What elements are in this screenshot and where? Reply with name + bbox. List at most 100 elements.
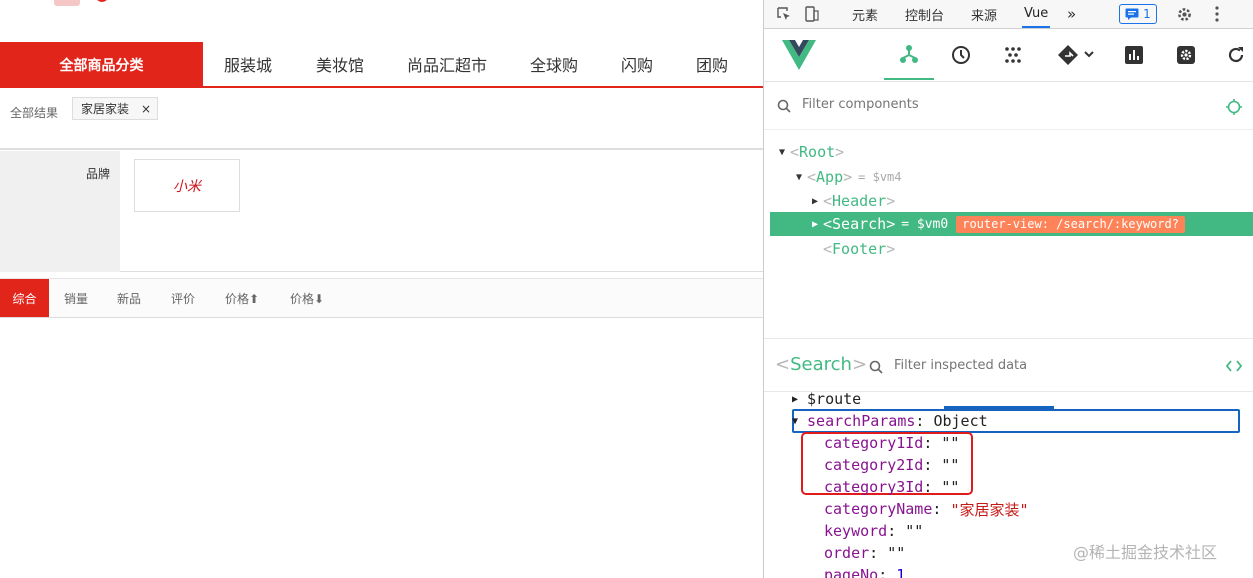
tree-node-tag: App [816,168,844,186]
data-key: searchParams [807,412,916,430]
tree-node-tag: Root [799,143,836,161]
vuex-tool-icon[interactable] [988,30,1038,80]
site-logo-fragment [54,0,80,6]
history-tool-icon[interactable] [936,30,986,80]
router-view-badge: router-view: /search/:keyword? [956,215,1185,233]
tree-node-footer[interactable]: < Footer > [764,237,1253,261]
brand-key: 品牌 [0,151,120,272]
filter-inspected-data-input[interactable] [892,357,1192,374]
router-tool-icon[interactable] [1048,30,1104,80]
code-icon[interactable] [1224,358,1244,374]
nav-item-group-buy[interactable]: 团购 [696,42,728,86]
web-page: 全部商品分类 服装城 美妆馆 尚品汇超市 全球购 闪购 团购 全部结果 家居家装… [0,0,763,578]
refresh-icon[interactable] [1213,30,1253,80]
messages-badge[interactable]: 1 [1119,4,1157,24]
tree-node-header[interactable]: ▶ < Header > [764,189,1253,213]
site-logo-fragment-ring [96,0,108,2]
more-tabs-icon[interactable]: » [1067,0,1076,28]
data-value: "" [941,478,960,496]
data-key: category1Id [824,434,924,452]
data-row-searchparams[interactable]: ▼ searchParams: Object [792,410,988,432]
data-row[interactable]: keyword: "" [824,520,923,542]
breadcrumb-tag: 家居家装 × [72,97,159,120]
tree-node-root[interactable]: ▼ < Root > [764,140,1253,164]
tab-console[interactable]: 控制台 [905,0,944,28]
data-row[interactable]: category3Id: "" [824,476,959,498]
tree-node-app[interactable]: ▼ < App > = $vm4 [764,165,1253,189]
inspect-element-icon[interactable] [774,4,794,24]
tree-node-search[interactable]: ▶ < Search > = $vm0 router-view: /search/:… [770,212,1253,236]
component-tree: ▼ < Root > ▼ < App > = $vm4 ▶ < Header > ▶ < Se… [764,132,1253,337]
inspected-component-name: Search [790,354,852,375]
inspected-component-title: <Search> [775,354,868,375]
kebab-menu-icon[interactable] [1207,4,1227,24]
filter-components-input[interactable] [800,96,1180,113]
collapsed-arrow-icon[interactable]: ▶ [792,394,798,405]
vue-logo-icon [782,38,816,72]
expanded-arrow-icon[interactable]: ▼ [792,416,798,427]
inspector-header: <Search> [764,338,1253,392]
sort-tab-price-desc[interactable]: 价格⬇ [290,279,324,317]
data-row[interactable]: pageNo: 1 [824,564,905,578]
data-key: keyword [824,522,888,540]
data-row[interactable]: order: "" [824,542,905,564]
devtools-tabbar: 元素 控制台 来源 Vue » 1 [764,0,1253,29]
devtools-panel: 元素 控制台 来源 Vue » 1 Filter components ▼ < … [763,0,1253,578]
expanded-arrow-icon[interactable]: ▼ [791,172,807,183]
breadcrumb-tag-label: 家居家装 [81,102,130,116]
data-row-route[interactable]: ▶ $route [792,388,861,410]
sort-tab-rating[interactable]: 评价 [171,279,195,317]
data-row[interactable]: category2Id: "" [824,454,959,476]
nav-item-flash-sale[interactable]: 闪购 [621,42,653,86]
tree-node-tag: Search [832,215,887,233]
nav-item-global[interactable]: 全球购 [530,42,578,86]
device-toolbar-icon[interactable] [802,4,822,24]
main-nav: 全部商品分类 服装城 美妆馆 尚品汇超市 全球购 闪购 团购 [0,42,763,88]
components-tool-icon[interactable] [884,30,934,80]
nav-item-beauty[interactable]: 美妆馆 [316,42,364,86]
all-categories-button[interactable]: 全部商品分类 [0,42,203,88]
settings-tool-icon[interactable] [1161,30,1211,80]
data-row[interactable]: categoryName: "家居家装" [824,498,1029,520]
breadcrumb-label: 全部结果 [10,106,59,120]
performance-tool-icon[interactable] [1109,30,1159,80]
data-value: Object [933,412,988,430]
sort-tab-overall[interactable]: 综合 [0,279,49,317]
brand-logo-xiaomi[interactable]: 小米 [134,159,240,212]
expanded-arrow-icon[interactable]: ▼ [774,147,790,158]
data-key: order [824,544,870,562]
collapsed-arrow-icon[interactable]: ▶ [807,196,823,207]
close-icon[interactable]: × [141,102,151,116]
collapsed-arrow-icon[interactable]: ▶ [807,219,823,230]
data-key: $route [807,390,862,408]
sort-tab-new[interactable]: 新品 [117,279,141,317]
nav-item-supermarket[interactable]: 尚品汇超市 [407,42,487,86]
vm-ref: = $vm0 [901,216,949,232]
data-value: "" [941,456,960,474]
data-value: "" [905,522,924,540]
sort-tab-price-asc[interactable]: 价格⬆ [225,279,259,317]
nav-item-clothing[interactable]: 服装城 [224,42,272,86]
data-value: "家居家装" [950,500,1029,519]
tab-vue[interactable]: Vue [1022,0,1051,28]
breadcrumb: 全部结果 家居家装 × [0,88,763,150]
search-icon [776,98,792,114]
data-key: category3Id [824,478,924,496]
sort-bar: 综合 销量 新品 评价 价格⬆ 价格⬇ [0,278,763,318]
data-value: "" [941,434,960,452]
select-component-icon[interactable] [1225,98,1243,116]
tree-node-tag: Header [832,192,887,210]
tab-elements[interactable]: 元素 [852,0,878,28]
component-filter [764,84,1253,130]
tab-sources[interactable]: 来源 [971,0,997,28]
vm-ref: = $vm4 [858,170,902,184]
data-row[interactable]: category1Id: "" [824,432,959,454]
gear-icon[interactable] [1174,4,1194,24]
sort-tab-sales[interactable]: 销量 [64,279,88,317]
watermark: @稀土掘金技术社区 [1073,543,1218,562]
message-icon [1125,8,1139,20]
brand-filter: 品牌 小米 [0,151,763,272]
search-icon [868,359,884,375]
data-key: categoryName [824,500,933,518]
data-key: pageNo [824,566,879,578]
